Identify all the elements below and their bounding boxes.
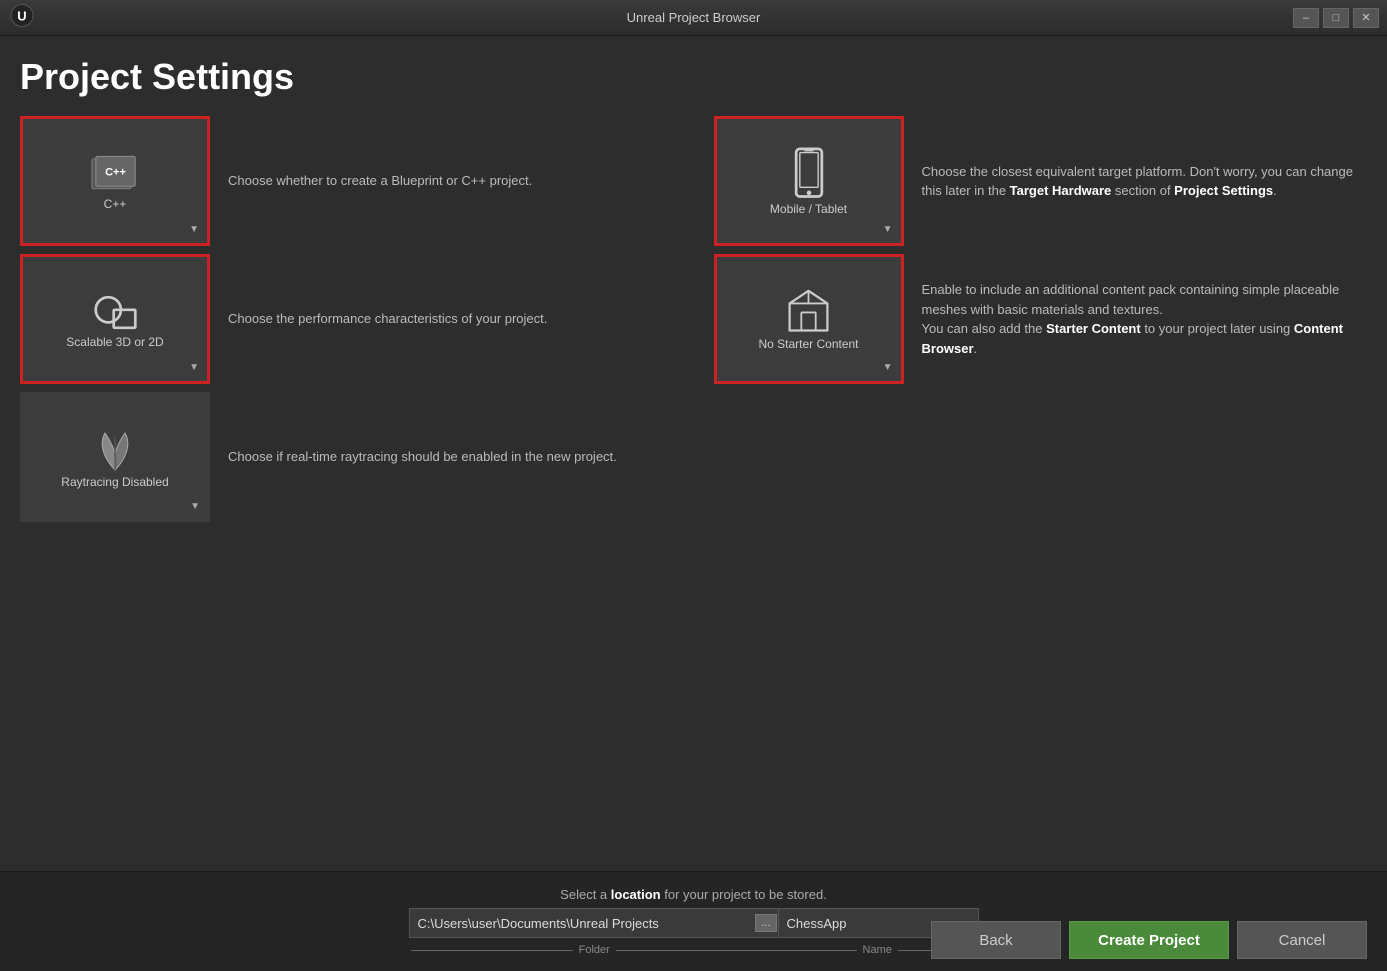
- svg-text:C++: C++: [105, 166, 126, 178]
- create-project-button[interactable]: Create Project: [1069, 921, 1229, 959]
- ue-logo: U: [10, 3, 34, 32]
- scalable-tile[interactable]: Scalable 3D or 2D ▼: [20, 254, 210, 384]
- close-button[interactable]: ✕: [1353, 8, 1379, 28]
- raytracing-icon: [90, 425, 140, 475]
- raytracing-tile[interactable]: Raytracing Disabled ▼: [20, 392, 210, 522]
- mobile-description: Choose the closest equivalent target pla…: [922, 162, 1368, 201]
- folder-ellipsis-button[interactable]: ...: [755, 914, 776, 932]
- settings-right: Mobile / Tablet ▼ Choose the closest equ…: [714, 116, 1368, 530]
- title-bar: U Unreal Project Browser – □ ✕: [0, 0, 1387, 36]
- back-button[interactable]: Back: [931, 921, 1061, 959]
- location-label: Select a location for your project to be…: [560, 887, 827, 902]
- window-controls: – □ ✕: [1293, 8, 1379, 28]
- bottom-bar: Select a location for your project to be…: [0, 871, 1387, 971]
- settings-columns: C++ C++ ▼ Choose whether to create a Blu…: [20, 116, 1367, 530]
- svg-text:U: U: [17, 8, 26, 23]
- starter-icon: [786, 287, 831, 337]
- scalable-label: Scalable 3D or 2D: [66, 335, 163, 349]
- minimize-button[interactable]: –: [1293, 8, 1319, 28]
- folder-input-wrap: ...: [409, 908, 779, 938]
- raytracing-description: Choose if real-time raytracing should be…: [228, 447, 674, 467]
- cpp-tile[interactable]: C++ C++ ▼: [20, 116, 210, 246]
- starter-description: Enable to include an additional content …: [922, 280, 1368, 358]
- raytracing-dropdown-icon[interactable]: ▼: [190, 501, 200, 512]
- folder-input[interactable]: [409, 908, 779, 938]
- window-title: Unreal Project Browser: [627, 10, 761, 25]
- cpp-icon: C++: [88, 152, 143, 197]
- mobile-setting-row: Mobile / Tablet ▼ Choose the closest equ…: [714, 116, 1368, 246]
- mobile-label: Mobile / Tablet: [770, 202, 847, 216]
- maximize-button[interactable]: □: [1323, 8, 1349, 28]
- scalable-description: Choose the performance characteristics o…: [228, 309, 674, 329]
- scalable-icon: [88, 290, 143, 335]
- page-title: Project Settings: [20, 56, 1367, 98]
- name-label: Name: [863, 944, 892, 956]
- folder-label: Folder: [579, 944, 610, 956]
- starter-setting-row: No Starter Content ▼ Enable to include a…: [714, 254, 1368, 384]
- starter-tile[interactable]: No Starter Content ▼: [714, 254, 904, 384]
- raytracing-label: Raytracing Disabled: [61, 475, 168, 489]
- scalable-setting-row: Scalable 3D or 2D ▼ Choose the performan…: [20, 254, 674, 384]
- starter-dropdown-icon[interactable]: ▼: [883, 362, 893, 373]
- mobile-icon: [789, 147, 829, 202]
- cpp-dropdown-icon[interactable]: ▼: [189, 224, 199, 235]
- settings-left: C++ C++ ▼ Choose whether to create a Blu…: [20, 116, 714, 530]
- starter-label: No Starter Content: [758, 337, 858, 351]
- scalable-dropdown-icon[interactable]: ▼: [189, 362, 199, 373]
- mobile-tile[interactable]: Mobile / Tablet ▼: [714, 116, 904, 246]
- input-row: ...: [409, 908, 979, 938]
- cpp-setting-row: C++ C++ ▼ Choose whether to create a Blu…: [20, 116, 674, 246]
- cancel-button[interactable]: Cancel: [1237, 921, 1367, 959]
- cpp-label: C++: [104, 197, 127, 211]
- cpp-description: Choose whether to create a Blueprint or …: [228, 171, 674, 191]
- main-content: Project Settings C++ C++ ▼ Choose whethe…: [0, 36, 1387, 871]
- folder-name-labels: Folder Name: [409, 944, 979, 956]
- mobile-dropdown-icon[interactable]: ▼: [883, 224, 893, 235]
- bottom-buttons: Back Create Project Cancel: [931, 921, 1367, 959]
- raytracing-setting-row: Raytracing Disabled ▼ Choose if real-tim…: [20, 392, 674, 522]
